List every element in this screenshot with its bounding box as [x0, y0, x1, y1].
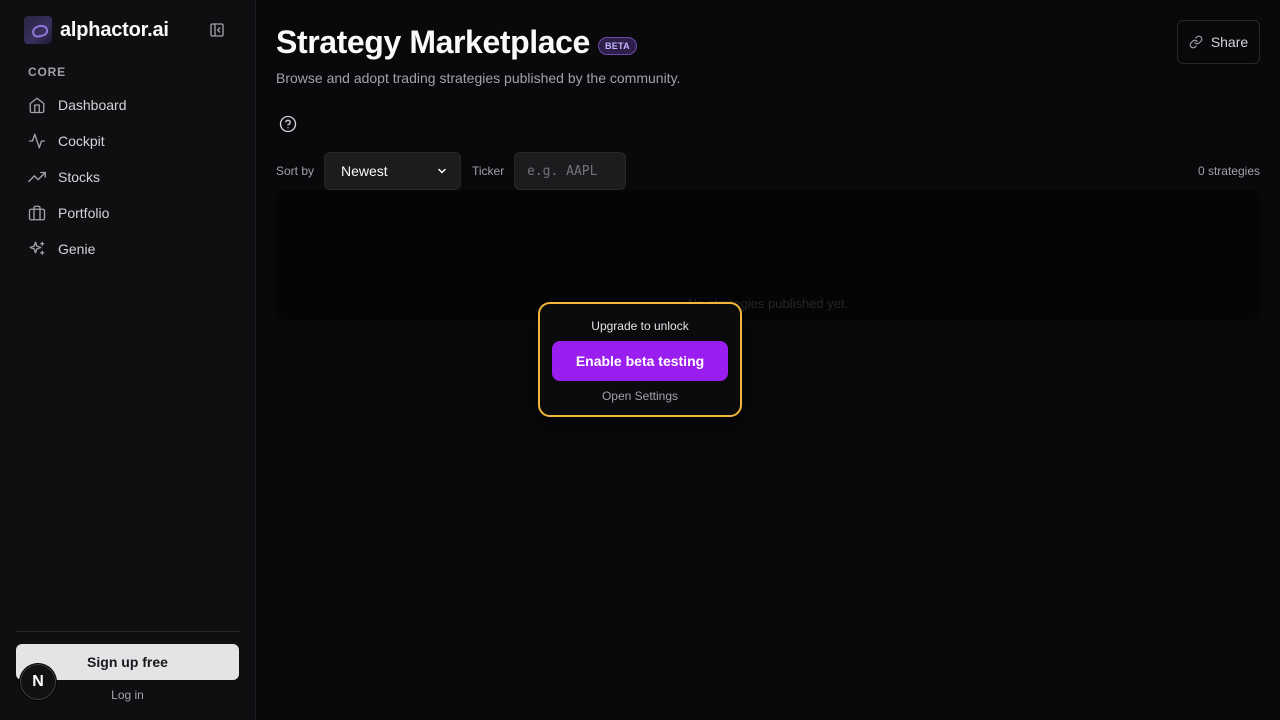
panel-left-close-icon [210, 23, 224, 37]
upgrade-title: Upgrade to unlock [591, 319, 689, 333]
dev-tools-badge[interactable]: N [20, 664, 56, 700]
title-row: Strategy Marketplace BETA [276, 24, 637, 61]
sidebar-collapse-button[interactable] [208, 21, 226, 39]
beta-badge: BETA [597, 36, 637, 55]
filter-bar: Sort by Newest Ticker 0 strategies [276, 152, 1260, 190]
sidebar-item-stocks[interactable]: Stocks [16, 159, 240, 195]
sidebar-nav: Dashboard Cockpit Stocks Portfolio Genie [16, 87, 240, 267]
strategy-count: 0 strategies [1197, 164, 1260, 178]
results-panel: No strategies published yet. [276, 190, 1260, 320]
enable-beta-button[interactable]: Enable beta testing [552, 341, 728, 381]
ticker-label: Ticker [472, 164, 505, 178]
sidebar-item-portfolio[interactable]: Portfolio [16, 195, 240, 231]
trending-up-icon [28, 171, 46, 183]
open-settings-link[interactable]: Open Settings [540, 389, 740, 403]
sidebar-item-label: Dashboard [58, 97, 127, 113]
upgrade-overlay: Upgrade to unlock Enable beta testing Op… [538, 302, 742, 417]
activity-icon [28, 133, 46, 149]
sort-select[interactable]: Newest [324, 152, 461, 190]
sidebar-item-label: Cockpit [58, 133, 105, 149]
sidebar-item-genie[interactable]: Genie [16, 231, 240, 267]
page-subtitle: Browse and adopt trading strategies publ… [276, 70, 681, 86]
sidebar-item-label: Portfolio [58, 205, 110, 221]
nav-section-label: CORE [28, 65, 66, 79]
briefcase-icon [28, 205, 46, 221]
main-content: Strategy Marketplace BETA Browse and ado… [256, 0, 1280, 720]
share-button[interactable]: Share [1177, 20, 1260, 64]
brand[interactable]: alphactor.ai [24, 16, 169, 44]
sidebar-item-dashboard[interactable]: Dashboard [16, 87, 240, 123]
page-title: Strategy Marketplace [276, 24, 590, 60]
sparkles-icon [29, 241, 45, 255]
share-label: Share [1210, 34, 1249, 50]
help-button[interactable] [276, 112, 300, 136]
sidebar: alphactor.ai CORE Dashboard Cockpit Stoc… [0, 0, 256, 720]
sidebar-divider [16, 631, 240, 632]
sidebar-item-label: Genie [58, 241, 96, 257]
sidebar-item-label: Stocks [58, 169, 101, 185]
link-icon [1189, 35, 1203, 49]
empty-state-message: No strategies published yet. [687, 296, 849, 311]
brand-logo [24, 16, 52, 44]
help-circle-icon [279, 115, 297, 133]
sort-value: Newest [341, 163, 388, 179]
sort-label: Sort by [276, 164, 315, 178]
app-window: alphactor.ai CORE Dashboard Cockpit Stoc… [0, 0, 1280, 720]
brand-name: alphactor.ai [60, 18, 169, 41]
home-icon [29, 97, 45, 114]
chevron-down-icon [438, 168, 446, 174]
sidebar-item-cockpit[interactable]: Cockpit [16, 123, 240, 159]
ticker-input[interactable] [514, 152, 626, 190]
